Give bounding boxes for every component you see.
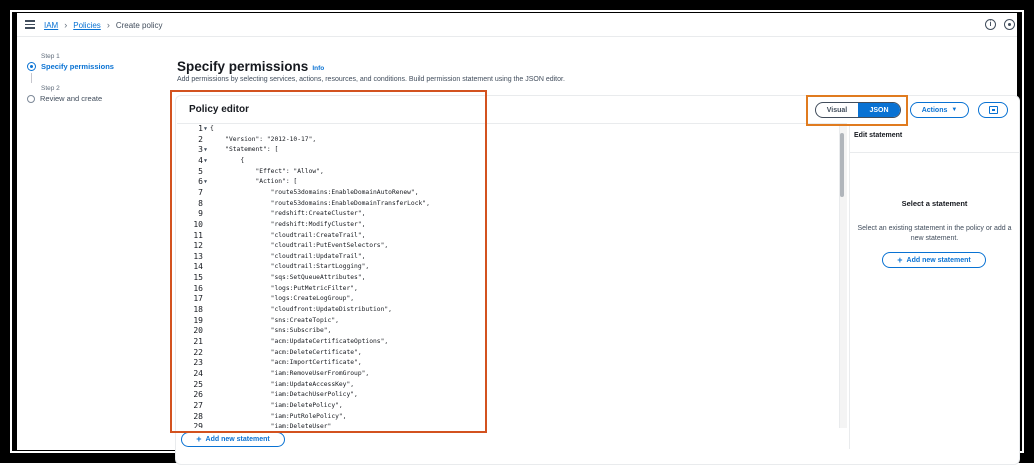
select-statement-title: Select a statement — [901, 199, 968, 208]
top-bar: IAM › Policies › Create policy i — [17, 13, 1017, 37]
breadcrumb-policies[interactable]: Policies — [73, 21, 101, 30]
plus-icon: + — [897, 254, 903, 265]
step-2: Review and create — [27, 94, 167, 103]
caret-down-icon: ▼ — [951, 107, 958, 113]
wizard-steps: Step 1 Specify permissions Step 2 Review… — [27, 53, 167, 103]
highlight-box-editor — [170, 90, 487, 433]
editor-scrollbar-thumb[interactable] — [840, 133, 844, 197]
step-2-number: Step 2 — [41, 85, 60, 92]
step-1-number: Step 1 — [41, 53, 60, 60]
step-2-label: Review and create — [40, 94, 103, 103]
side-add-statement-label: Add new statement — [906, 256, 971, 264]
hamburger-menu-icon[interactable] — [25, 20, 35, 29]
page-title-text: Specify permissions — [177, 59, 309, 74]
actions-dropdown[interactable]: Actions ▼ — [910, 102, 969, 118]
page-description: Add permissions by selecting services, a… — [177, 76, 565, 83]
breadcrumb-current: Create policy — [115, 20, 163, 30]
breadcrumb-iam[interactable]: IAM — [44, 21, 58, 30]
breadcrumb: IAM › Policies › Create policy — [44, 20, 163, 30]
breadcrumb-separator-icon: › — [64, 20, 68, 30]
step-1-label: Specify permissions — [41, 62, 114, 71]
edit-statement-panel — [849, 124, 1020, 449]
breadcrumb-separator-icon: › — [106, 20, 110, 30]
settings-icon[interactable] — [1004, 19, 1015, 30]
info-link[interactable]: Info — [312, 65, 324, 72]
step-connector — [31, 73, 32, 83]
split-panel-button[interactable] — [978, 102, 1008, 118]
page-title: Specify permissions Info — [177, 59, 324, 74]
step-active-icon — [27, 62, 36, 71]
side-panel-divider — [849, 152, 1020, 153]
step-1[interactable]: Specify permissions — [27, 62, 167, 71]
edit-statement-header: Edit statement — [854, 132, 903, 139]
add-new-statement-button[interactable]: + Add new statement — [181, 432, 285, 447]
add-new-statement-label: Add new statement — [205, 436, 270, 443]
actions-label: Actions — [921, 106, 948, 114]
step-inactive-icon — [27, 94, 35, 103]
plus-icon: + — [196, 434, 202, 444]
split-panel-icon — [988, 106, 998, 114]
select-statement-text: Select an existing statement in the poli… — [857, 225, 1012, 242]
highlight-box-mode-toggle — [806, 95, 908, 126]
info-icon[interactable]: i — [985, 19, 996, 30]
side-add-statement-button[interactable]: + Add new statement — [882, 252, 986, 268]
